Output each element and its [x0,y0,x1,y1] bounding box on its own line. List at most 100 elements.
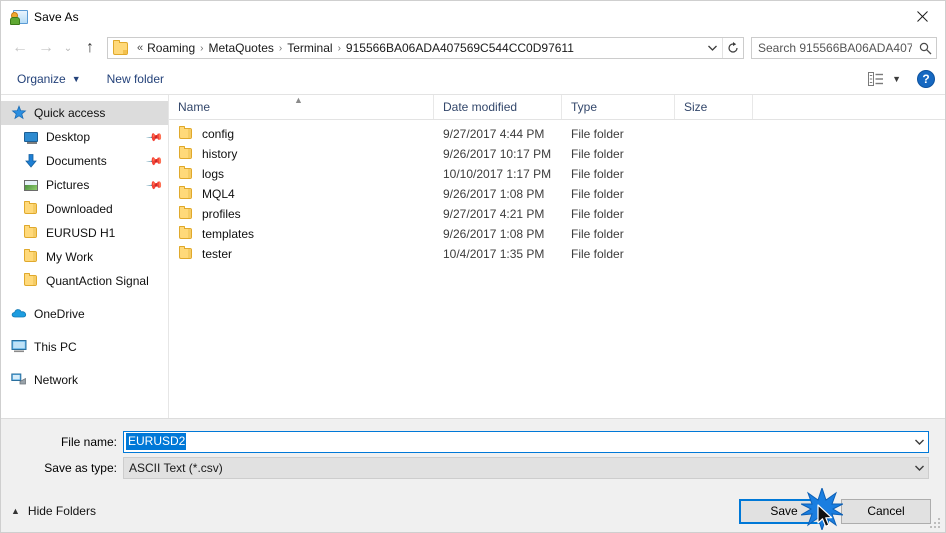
breadcrumb-item-roaming[interactable]: Roaming [147,41,195,55]
folder-icon [178,126,194,142]
search-icon[interactable] [914,42,936,55]
search-box[interactable] [751,37,937,59]
sidebar-item-quick-access[interactable]: Quick access [1,101,168,125]
title-bar: Save As [1,1,945,32]
sidebar-item-eurusd-h1[interactable]: EURUSD H1 [1,221,168,245]
date-modified-cell: 10/10/2017 1:17 PM [443,167,552,181]
help-button[interactable]: ? [917,70,935,88]
sidebar-item-downloaded[interactable]: Downloaded [1,197,168,221]
file-name-cell: MQL4 [169,186,434,202]
type-cell: File folder [571,207,624,221]
column-header-type[interactable]: Type [562,95,675,119]
help-label: ? [922,72,930,86]
date-modified-cell: 9/27/2017 4:44 PM [443,127,545,141]
column-header-date-modified[interactable]: Date modified [434,95,562,119]
table-row[interactable]: config 9/27/2017 4:44 PM File folder [169,124,945,144]
save-button[interactable]: Save [739,498,829,524]
arrow-up-icon: ↑ [86,39,94,56]
new-folder-button[interactable]: New folder [107,72,164,86]
save-as-type-label: Save as type: [44,460,117,475]
file-name-cell: logs [169,166,434,182]
save-as-type-select[interactable]: ASCII Text (*.csv) [123,456,929,479]
forward-button[interactable]: → [33,35,59,61]
sidebar-item-label: EURUSD H1 [46,226,116,240]
file-name-input[interactable]: EURUSD2 [123,430,929,453]
sidebar-item-onedrive[interactable]: OneDrive [1,302,168,326]
save-as-dialog: Save As ← → ⌄ ↑ « Roaming › MetaQuotes ›… [0,0,946,533]
sidebar-item-my-work[interactable]: My Work [1,245,168,269]
hide-folders-button[interactable]: ▲ Hide Folders [11,504,96,518]
chevron-down-icon: ▼ [892,74,901,84]
sidebar-item-desktop[interactable]: Desktop 📌 [1,125,168,149]
address-dropdown-button[interactable] [702,38,722,58]
refresh-icon[interactable] [722,38,743,58]
folder-icon [178,186,194,202]
new-folder-label: New folder [106,72,164,86]
folder-icon [23,201,39,217]
sidebar-item-label: Documents [46,154,107,168]
sidebar-item-quantaction-signal[interactable]: QuantAction Signal [1,269,168,293]
folder-icon [178,206,194,222]
table-row[interactable]: templates 9/26/2017 1:08 PM File folder [169,224,945,244]
close-button[interactable] [900,1,945,31]
breadcrumb-item-terminal[interactable]: Terminal [287,41,332,55]
sidebar-item-this-pc[interactable]: This PC [1,335,168,359]
table-row[interactable]: profiles 9/27/2017 4:21 PM File folder [169,204,945,224]
breadcrumb-item-guid[interactable]: 915566BA06ADA407569C544CC0D97611 [346,41,574,55]
table-row[interactable]: logs 10/10/2017 1:17 PM File folder [169,164,945,184]
sidebar-item-label: This PC [34,340,77,354]
up-button[interactable]: ↑ [77,35,103,61]
window-title: Save As [34,9,79,24]
folder-icon [113,39,128,55]
file-name-text: logs [202,167,225,181]
table-row[interactable]: history 9/26/2017 10:17 PM File folder [169,144,945,164]
file-name-text: profiles [202,207,241,221]
pin-icon[interactable]: 📌 [146,176,165,194]
change-view-button[interactable]: ▼ [868,72,901,86]
type-cell: File folder [571,247,624,261]
resize-grip[interactable] [930,518,941,529]
save-as-type-row: Save as type: ASCII Text (*.csv) [1,456,945,479]
cancel-button[interactable]: Cancel [841,498,931,524]
file-name-cell: config [169,126,434,142]
pin-icon[interactable]: 📌 [146,152,165,170]
table-row[interactable]: tester 10/4/2017 1:35 PM File folder [169,244,945,264]
sidebar-item-label: Pictures [46,178,90,192]
folder-icon [178,246,194,262]
chevron-right-icon: › [200,42,204,54]
sidebar-item-network[interactable]: Network [1,368,168,392]
sidebar-item-documents[interactable]: Documents 📌 [1,149,168,173]
table-row[interactable]: MQL4 9/26/2017 1:08 PM File folder [169,184,945,204]
back-button[interactable]: ← [7,35,33,61]
type-cell: File folder [571,227,624,241]
breadcrumb-overflow[interactable]: « [137,42,143,54]
save-as-icon [10,9,28,25]
command-toolbar: Organize ▼ New folder ▼ ? [1,64,945,95]
folder-icon [23,249,39,265]
organize-button[interactable]: Organize ▼ [17,72,81,86]
dialog-footer: ▲ Hide Folders Save Cancel [1,490,945,532]
column-header-size[interactable]: Size [675,95,753,119]
folder-icon [23,225,39,241]
chevron-down-icon[interactable] [911,439,928,445]
file-name-text: history [202,147,238,161]
sidebar-item-pictures[interactable]: Pictures 📌 [1,173,168,197]
file-name-cell: profiles [169,206,434,222]
arrow-left-icon: ← [12,39,28,56]
date-modified-cell: 9/26/2017 10:17 PM [443,147,552,161]
pin-icon[interactable]: 📌 [146,128,165,146]
recent-locations-button[interactable]: ⌄ [59,35,77,61]
chevron-down-icon[interactable] [911,465,928,471]
sidebar-item-label: Quick access [34,106,106,120]
file-name-cell: templates [169,226,434,242]
file-name-text: tester [202,247,233,261]
download-arrow-icon [23,153,39,169]
search-input[interactable] [752,41,914,55]
date-modified-cell: 10/4/2017 1:35 PM [443,247,545,261]
type-cell: File folder [571,127,624,141]
network-icon [11,372,27,388]
file-name-cell: tester [169,246,434,262]
date-modified-cell: 9/27/2017 4:21 PM [443,207,545,221]
breadcrumb-item-metaquotes[interactable]: MetaQuotes [209,41,274,55]
address-bar[interactable]: « Roaming › MetaQuotes › Terminal › 9155… [107,37,744,59]
